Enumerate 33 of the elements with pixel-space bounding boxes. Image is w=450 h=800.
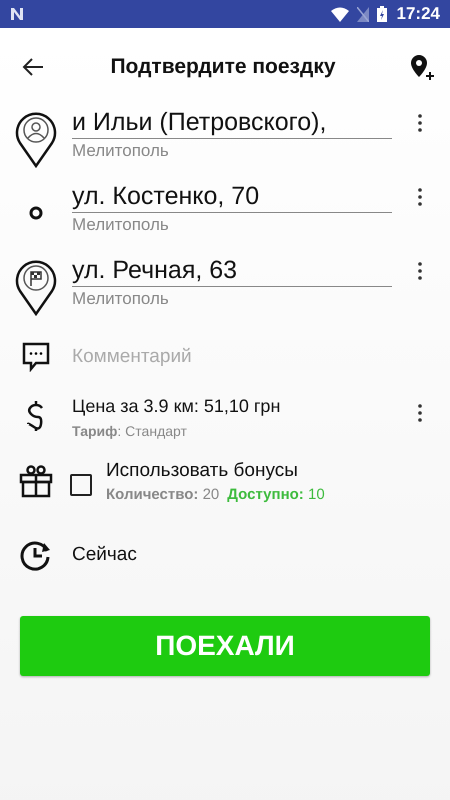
price-label: Цена за 3.9 км: 51,10 грн xyxy=(72,396,282,417)
add-location-button[interactable] xyxy=(408,53,436,81)
more-options-button[interactable] xyxy=(418,188,422,206)
back-button[interactable] xyxy=(22,58,44,76)
time-label[interactable]: Сейчас xyxy=(72,544,137,566)
battery-icon xyxy=(376,6,387,22)
clock-icon xyxy=(20,539,52,571)
bonus-available: Доступно: 10 xyxy=(227,486,325,503)
comment-field[interactable]: Комментарий xyxy=(72,346,372,368)
finish-flag-pin-icon xyxy=(15,258,57,316)
wifi-icon xyxy=(330,6,349,22)
city-label: Мелитополь xyxy=(72,215,170,235)
waypoint-icon xyxy=(29,206,43,220)
address-field[interactable]: и Ильи (Петровского), xyxy=(72,106,392,139)
bonus-count: Количество: 20 xyxy=(106,486,220,503)
tariff-label: Тариф: Стандарт xyxy=(72,423,188,439)
more-options-button[interactable] xyxy=(418,404,422,422)
address-field[interactable]: ул. Костенко, 70 xyxy=(72,180,392,213)
gift-icon xyxy=(19,464,53,498)
bonus-checkbox[interactable] xyxy=(70,474,92,496)
city-label: Мелитополь xyxy=(72,141,170,161)
no-sim-icon xyxy=(356,6,369,22)
status-time: 17:24 xyxy=(396,4,440,24)
more-options-button[interactable] xyxy=(418,262,422,280)
comment-icon xyxy=(22,342,50,372)
page-title: Подтвердите поездку xyxy=(109,55,337,79)
more-options-button[interactable] xyxy=(418,114,422,132)
city-label: Мелитополь xyxy=(72,289,170,309)
bonus-label: Использовать бонусы xyxy=(106,460,299,482)
dollar-icon xyxy=(27,400,45,432)
address-field[interactable]: ул. Речная, 63 xyxy=(72,254,392,287)
person-pin-icon xyxy=(15,110,57,168)
notification-icon xyxy=(10,7,24,21)
